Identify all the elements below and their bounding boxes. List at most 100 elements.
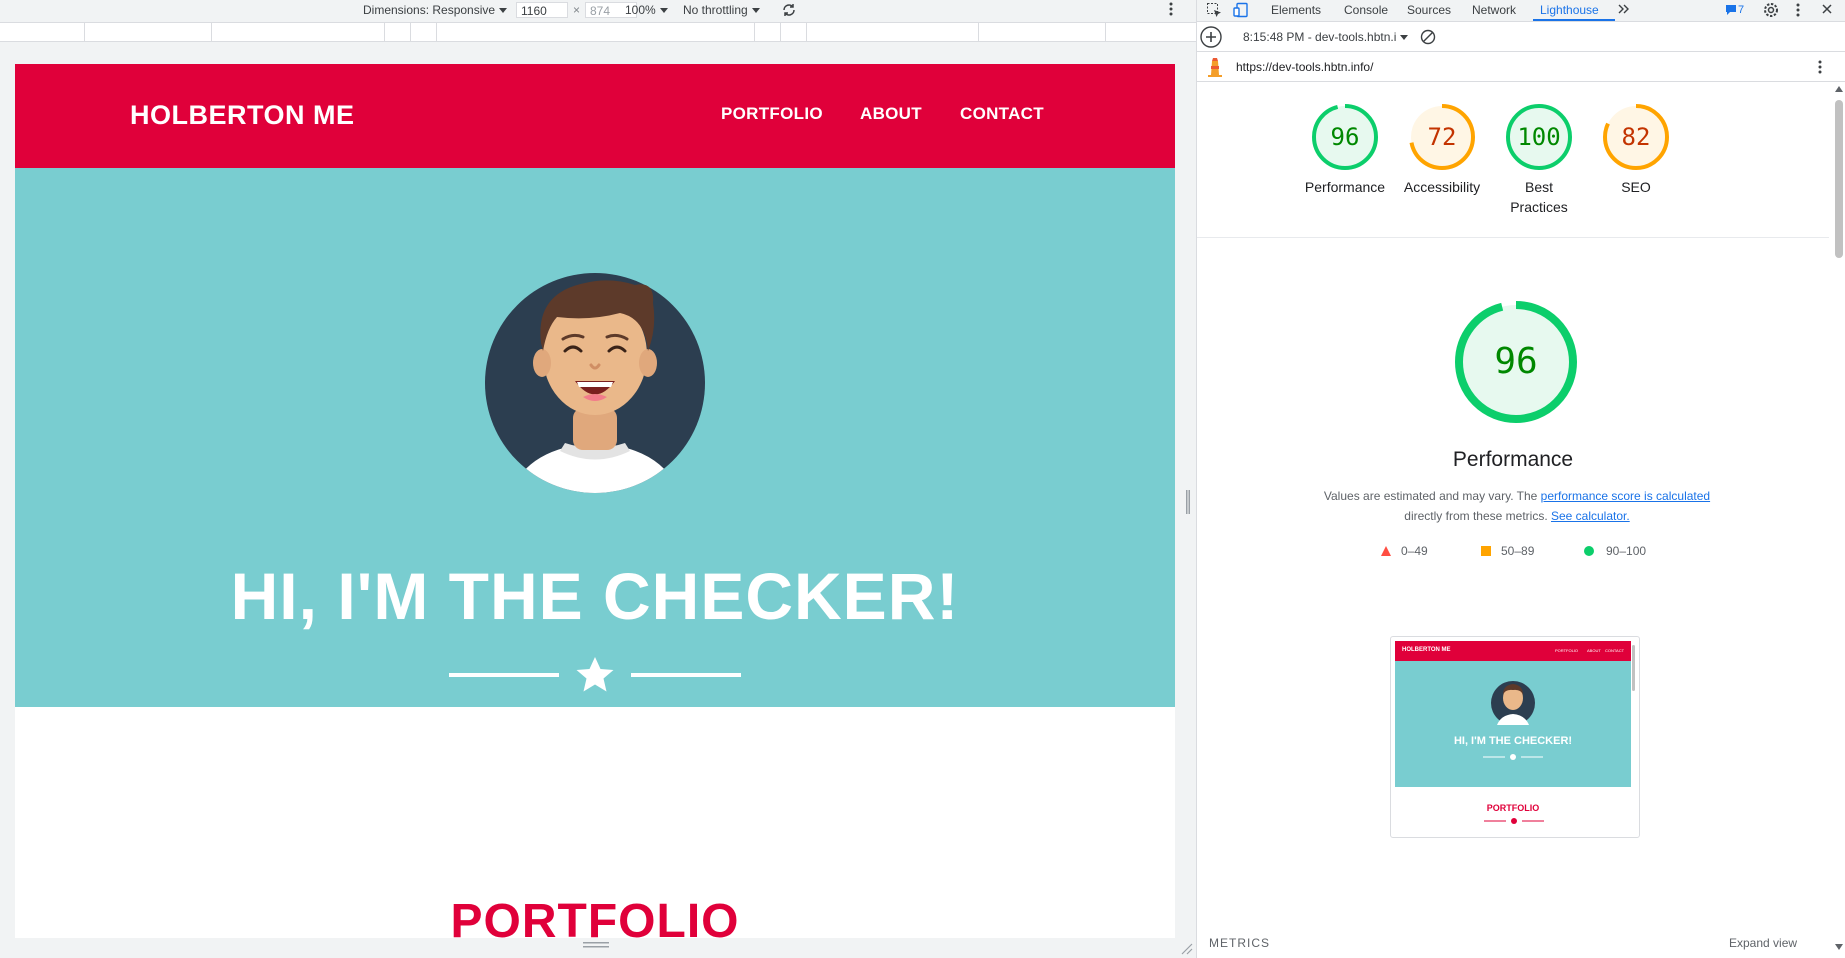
desc-prefix: Values are estimated and may vary. The	[1323, 489, 1541, 503]
thumb-hero-title: HI, I'M THE CHECKER!	[1453, 735, 1573, 747]
new-report-icon[interactable]	[1199, 25, 1223, 52]
performance-description: Values are estimated and may vary. The p…	[1307, 486, 1727, 526]
drag-handle-icon[interactable]	[583, 942, 609, 950]
hero-title: HI, I'M THE CHECKER!	[230, 559, 960, 633]
rotate-icon[interactable]	[780, 1, 798, 22]
gauge-label-best-practices: Best Practices	[1510, 179, 1568, 215]
tab-sources[interactable]: Sources	[1407, 3, 1451, 17]
gauge-label-seo: SEO	[1621, 179, 1651, 195]
report-selector[interactable]: 8:15:48 PM - dev-tools.hbtn.i	[1243, 30, 1409, 44]
lighthouse-toolbar: 8:15:48 PM - dev-tools.hbtn.i	[1197, 22, 1845, 52]
ruler-tick	[410, 23, 411, 41]
throttling-dropdown[interactable]: No throttling	[683, 3, 760, 17]
ruler-tick	[754, 23, 755, 41]
report-scroll-thumb[interactable]	[1835, 100, 1843, 258]
thumb-nav-portfolio: PORTFOLIO	[1555, 648, 1579, 653]
thumb-hero: HI, I'M THE CHECKER!	[1395, 661, 1631, 787]
report-more-icon[interactable]	[1817, 59, 1823, 78]
site-logo[interactable]: HOLBERTON ME	[130, 100, 355, 131]
side-resize-handle[interactable]	[1186, 490, 1190, 514]
legend-pass: 90–100	[1584, 544, 1646, 558]
gauge-score-seo: 82	[1621, 123, 1651, 151]
tab-network[interactable]: Network	[1472, 3, 1516, 17]
settings-gear-icon[interactable]	[1763, 2, 1779, 21]
zoom-label: 100%	[625, 3, 656, 17]
portfolio-section-title: PORTFOLIO	[450, 895, 740, 938]
avatar	[485, 273, 705, 493]
see-calculator-link[interactable]: See calculator.	[1551, 509, 1630, 523]
dimensions-dropdown[interactable]: Dimensions: Responsive	[363, 3, 508, 17]
active-tab-indicator	[1533, 19, 1615, 21]
thumb-nav-about: ABOUT	[1587, 648, 1601, 653]
thumb-section-divider	[1484, 818, 1544, 824]
gauge-separator	[1197, 237, 1829, 238]
lighthouse-report: 96 Performance 72 Accessibility 100 Best Prac…	[1197, 82, 1829, 958]
gauge-label-performance: Performance	[1304, 179, 1386, 195]
legend-average: 50–89	[1481, 544, 1534, 558]
ruler-tick	[211, 23, 212, 41]
thumb-section-title: PORTFOLIO	[1486, 803, 1540, 813]
emulated-viewport[interactable]: HOLBERTON ME PORTFOLIO ABOUT CONTACT HI,…	[15, 64, 1175, 938]
gauge-score-best-practices: 100	[1517, 123, 1561, 151]
device-toolbar: Dimensions: Responsive 1160 × 874 100% N…	[0, 0, 1196, 22]
issues-count: 7	[1738, 4, 1745, 16]
legend-average-label: 50–89	[1501, 544, 1535, 558]
corner-resize-icon[interactable]	[1181, 943, 1193, 955]
more-tabs-icon[interactable]	[1617, 2, 1631, 19]
device-emulation-area: Dimensions: Responsive 1160 × 874 100% N…	[0, 0, 1196, 958]
zoom-dropdown[interactable]: 100%	[625, 3, 668, 17]
legend-fail: 0–49	[1381, 544, 1428, 558]
tab-elements[interactable]: Elements	[1271, 3, 1321, 17]
thumb-nav-contact: CONTACT	[1605, 648, 1625, 653]
final-screenshot-thumbnail[interactable]: HOLBERTON ME PORTFOLIO ABOUT CONTACT HI,…	[1390, 636, 1640, 838]
devtools-panel: Elements Console Sources Network Lightho…	[1196, 0, 1845, 958]
tab-console[interactable]: Console	[1344, 3, 1388, 17]
ruler-tick	[436, 23, 437, 41]
thumb-header: HOLBERTON ME PORTFOLIO ABOUT CONTACT	[1395, 641, 1631, 661]
ruler-tick	[1105, 23, 1106, 41]
device-toggle-icon[interactable]	[1233, 2, 1249, 21]
metrics-heading: METRICS	[1209, 936, 1270, 950]
gauge-performance[interactable]: 96	[1310, 102, 1380, 172]
thumb-divider	[1483, 754, 1543, 760]
nav-contact[interactable]: CONTACT	[960, 104, 1044, 124]
gauge-seo[interactable]: 82	[1601, 102, 1671, 172]
width-input[interactable]: 1160	[516, 2, 568, 18]
star-divider	[449, 657, 741, 692]
ruler-tick	[84, 23, 85, 41]
hero-section: HI, I'M THE CHECKER!	[15, 168, 1175, 707]
scroll-up-arrow-icon[interactable]	[1835, 86, 1843, 92]
issues-badge[interactable]: 7	[1724, 2, 1744, 17]
nav-portfolio[interactable]: PORTFOLIO	[721, 104, 823, 124]
media-query-ruler	[0, 22, 1196, 42]
throttling-label: No throttling	[683, 3, 748, 17]
expand-view-toggle[interactable]: Expand view	[1729, 936, 1797, 950]
devtools-more-icon[interactable]	[1795, 2, 1801, 21]
gauge-accessibility[interactable]: 72	[1407, 102, 1477, 172]
scroll-down-arrow-icon[interactable]	[1835, 944, 1843, 950]
nav-about[interactable]: ABOUT	[860, 104, 922, 124]
performance-main-score: 96	[1494, 341, 1538, 382]
close-devtools-icon[interactable]	[1820, 2, 1834, 19]
tab-lighthouse[interactable]: Lighthouse	[1540, 3, 1599, 17]
thumb-logo: HOLBERTON ME	[1402, 647, 1451, 653]
lighthouse-url-bar: https://dev-tools.hbtn.info/	[1197, 52, 1845, 82]
performance-title: Performance	[1452, 448, 1574, 471]
clear-reports-icon[interactable]	[1420, 29, 1436, 48]
desc-middle: directly from these metrics.	[1404, 509, 1551, 523]
gauge-score-accessibility: 72	[1427, 123, 1457, 151]
report-selector-label: 8:15:48 PM - dev-tools.hbtn.i	[1243, 30, 1397, 44]
average-square-icon	[1481, 546, 1491, 556]
site-header: HOLBERTON ME PORTFOLIO ABOUT CONTACT	[15, 64, 1175, 168]
times-sign: ×	[573, 3, 581, 17]
lighthouse-logo-icon	[1207, 57, 1223, 80]
thumb-scrollbar	[1632, 645, 1635, 691]
gauge-best-practices[interactable]: 100	[1504, 102, 1574, 172]
score-calculated-link[interactable]: performance score is calculated	[1541, 489, 1710, 503]
ruler-tick	[806, 23, 807, 41]
legend-pass-label: 90–100	[1606, 544, 1647, 558]
device-more-icon[interactable]	[1168, 1, 1174, 20]
inspect-element-icon[interactable]	[1206, 2, 1222, 21]
dimensions-label: Dimensions: Responsive	[363, 3, 496, 17]
viewport-bottom-bar	[15, 938, 1193, 958]
